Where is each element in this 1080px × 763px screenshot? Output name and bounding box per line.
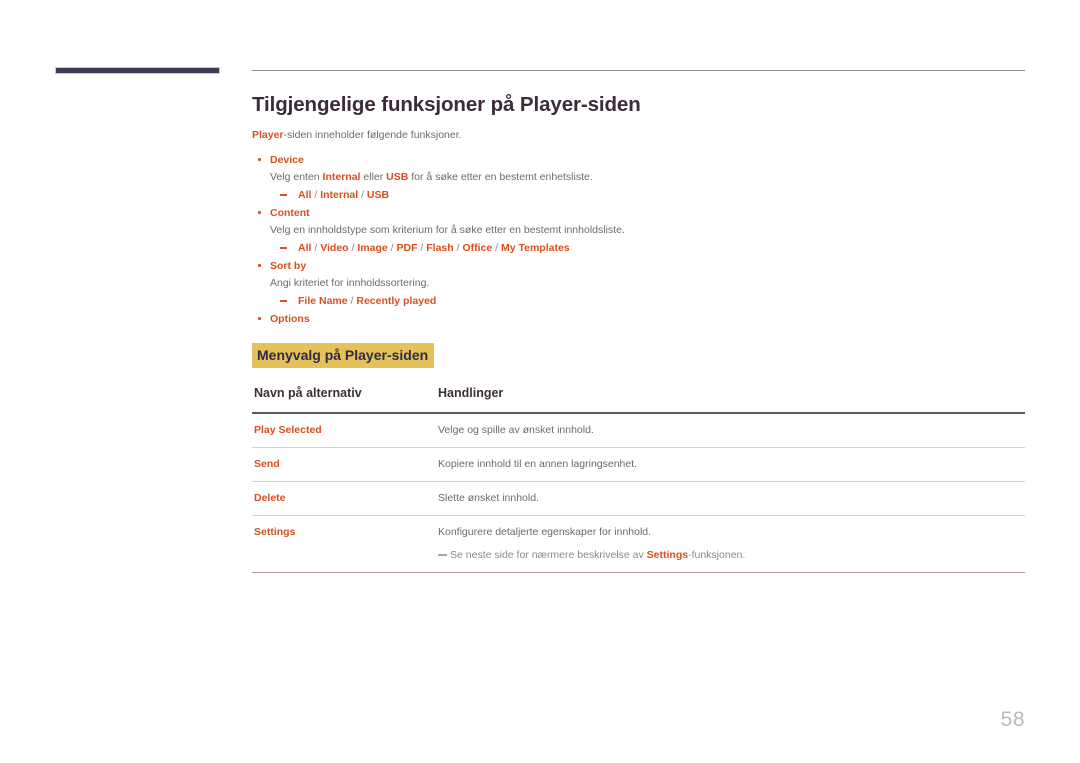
table-cell-description-text: Velge og spille av ønsket innhold. [438,424,594,436]
bullet-description: Velg enten Internal eller USB for å søke… [270,169,1025,185]
table-cell-action-description: Kopiere innhold til en annen lagringsenh… [436,447,1025,482]
bullet-title: Sort by [270,260,307,272]
bullet-description-text: Velg enten [270,171,323,183]
bullet-description: Velg en innholdstype som kriterium for å… [270,222,1025,238]
feature-bullet-item: Content Velg en innholdstype som kriteriu… [252,205,1025,256]
table-row: Settings Konfigurere detaljerte egenskape… [252,515,1025,573]
sub-bullet-dash-icon [280,247,287,249]
option-value: Internal [320,189,359,201]
intro-rest-text: -siden inneholder følgende funksjoner. [283,129,462,141]
column-header-option-name: Navn på alternativ [252,386,436,414]
bullet-option-values: File Name / Recently played [270,293,1025,309]
option-value: PDF [396,242,418,254]
sub-bullet-dash-icon [280,194,287,196]
note-prefix-text: Se neste side for nærmere beskrivelse av [450,549,647,561]
option-value: Flash [426,242,454,254]
bullet-option-values: All / Internal / USB [270,187,1025,203]
table-cell-description-text: Kopiere innhold til en annen lagringsenh… [438,458,638,470]
bullet-dot-icon [258,158,261,161]
option-separator: / [311,189,321,201]
option-separator: / [358,189,367,201]
header-decoration-block [55,67,220,74]
bullet-description-term: USB [386,171,409,183]
table-cell-note: Se neste side for nærmere beskrivelse av… [438,548,1025,563]
table-cell-action-description: Slette ønsket innhold. [436,481,1025,516]
note-suffix-text: -funksjonen. [688,549,746,561]
page-content: Tilgjengelige funksjoner på Player-siden… [252,92,1025,573]
table-cell-option-name: Send [252,447,436,482]
section-heading-highlighted: Menyvalg på Player-siden [252,343,435,368]
options-table-body: Play Selected Velge og spille av ønsket i… [252,413,1025,573]
intro-paragraph: Player-siden inneholder følgende funksjo… [252,128,1025,143]
bullet-option-values: All / Video / Image / PDF / Flash / Offi… [270,240,1025,256]
table-row: Delete Slette ønsket innhold. [252,481,1025,516]
option-separator: / [492,242,501,254]
bullet-description-text: eller [360,171,387,183]
table-cell-option-name: Settings [252,515,436,573]
bullet-title: Options [270,313,310,325]
table-row: Play Selected Velge og spille av ønsket i… [252,413,1025,448]
bullet-dot-icon [258,264,261,267]
feature-bullet-item: Sort by Angi kriteriet for innholdssorter… [252,258,1025,309]
option-value: USB [366,189,390,201]
column-header-actions: Handlinger [436,386,1025,414]
note-dash-icon [438,554,447,556]
table-cell-option-name: Delete [252,481,436,516]
section-heading-container: Menyvalg på Player-siden [252,343,1025,368]
bullet-title: Content [270,207,310,219]
sub-bullet-dash-icon [280,300,287,302]
option-value: File Name [298,295,348,307]
bullet-title: Device [270,154,304,166]
table-cell-description-text: Slette ønsket innhold. [438,492,539,504]
option-separator: / [311,242,321,254]
note-emphasis-term: Settings [646,549,689,561]
option-separator: / [417,242,427,254]
option-value: Image [357,242,388,254]
bullet-description: Angi kriteriet for innholdssortering. [270,275,1025,291]
bullet-description-text: Angi kriteriet for innholdssortering. [270,277,430,289]
table-row: Send Kopiere innhold til en annen lagring… [252,447,1025,482]
option-value: All [298,242,312,254]
document-page: Tilgjengelige funksjoner på Player-siden… [0,0,1080,763]
bullet-description-text: Velg en innholdstype som kriterium for å… [270,224,625,236]
feature-bullet-item: Options [252,311,1025,327]
page-title: Tilgjengelige funksjoner på Player-siden [252,93,641,116]
bullet-dot-icon [258,317,261,320]
option-value: All [298,189,312,201]
table-cell-description-text: Konfigurere detaljerte egenskaper for in… [438,526,652,538]
option-value: My Templates [500,242,570,254]
bullet-description-term: Internal [322,171,361,183]
table-cell-option-name: Play Selected [252,413,436,448]
table-header-row: Navn på alternativ Handlinger [252,386,1025,414]
feature-bullet-list: Device Velg enten Internal eller USB for … [252,152,1025,327]
option-value: Recently played [356,295,437,307]
options-table-head: Navn på alternativ Handlinger [252,386,1025,414]
options-table: Navn på alternativ Handlinger Play Selec… [252,386,1025,573]
bullet-description-text: for å søke etter en bestemt enhetsliste. [408,171,593,183]
option-value: Video [320,242,349,254]
option-value: Office [462,242,493,254]
table-cell-action-description: Konfigurere detaljerte egenskaper for in… [436,515,1025,573]
feature-bullet-item: Device Velg enten Internal eller USB for … [252,152,1025,203]
header-divider-rule [252,70,1025,71]
table-cell-action-description: Velge og spille av ønsket innhold. [436,413,1025,448]
page-number: 58 [1000,708,1025,731]
bullet-dot-icon [258,211,261,214]
intro-accent-term: Player [252,129,284,141]
